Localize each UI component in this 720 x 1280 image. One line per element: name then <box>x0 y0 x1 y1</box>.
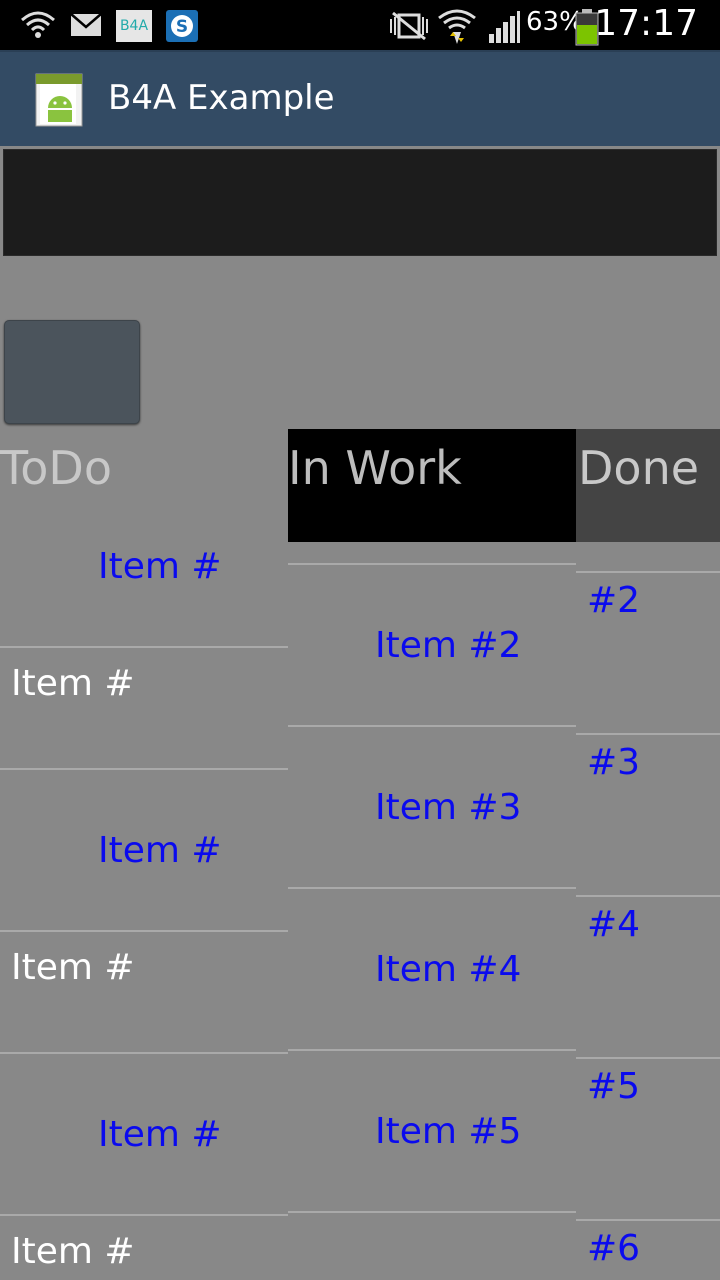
in-work-item[interactable]: Item #4 <box>375 949 521 990</box>
todo-item[interactable]: Item # <box>11 663 135 704</box>
list-divider <box>576 1219 720 1221</box>
done-item[interactable]: #6 <box>587 1228 640 1269</box>
done-item[interactable]: #5 <box>587 1066 640 1107</box>
in-work-item[interactable]: Item #2 <box>375 625 521 666</box>
list-divider <box>0 1052 288 1054</box>
list-divider <box>288 1049 576 1051</box>
list-divider <box>288 725 576 727</box>
in-work-item[interactable]: Item #5 <box>375 1111 521 1152</box>
list-divider <box>576 733 720 735</box>
todo-item[interactable]: Item # <box>11 947 135 988</box>
in-work-item[interactable]: Item #3 <box>375 787 521 828</box>
todo-item[interactable]: Item # <box>11 1231 135 1272</box>
list-divider <box>576 1057 720 1059</box>
todo-item[interactable]: Item # <box>98 1114 222 1155</box>
todo-item[interactable]: Item # <box>98 546 222 587</box>
list-divider <box>0 646 288 648</box>
done-item[interactable]: #3 <box>587 742 640 783</box>
list-divider <box>288 563 576 565</box>
done-item[interactable]: #4 <box>587 904 640 945</box>
todo-column: Item # Item # Item # Item # Item # Item … <box>0 0 288 1280</box>
list-divider <box>0 768 288 770</box>
done-column: #2 #3 #4 #5 #6 <box>576 0 720 1280</box>
list-divider <box>288 887 576 889</box>
list-divider <box>576 895 720 897</box>
list-divider <box>0 1214 288 1216</box>
in-work-column: Item #2 Item #3 Item #4 Item #5 <box>288 0 576 1280</box>
list-divider <box>288 1211 576 1213</box>
done-item[interactable]: #2 <box>587 580 640 621</box>
list-divider <box>576 571 720 573</box>
list-divider <box>0 930 288 932</box>
todo-item[interactable]: Item # <box>98 830 222 871</box>
